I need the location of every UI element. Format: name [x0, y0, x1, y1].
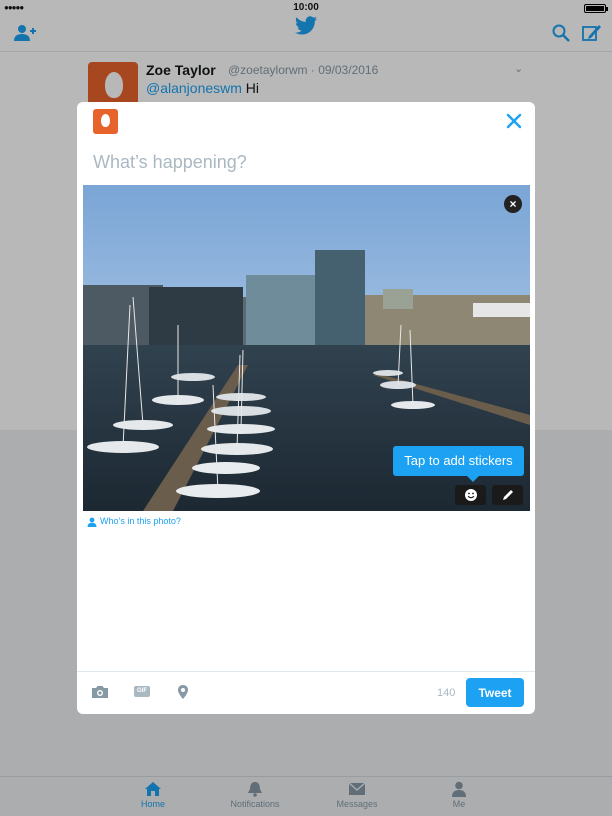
compose-tweet-dialog: What’s happening? × Tap to add stickers …: [77, 102, 535, 714]
sticker-tooltip[interactable]: Tap to add stickers: [393, 446, 524, 482]
gif-icon[interactable]: GIF: [134, 686, 150, 697]
egg-icon: [101, 114, 110, 127]
close-icon[interactable]: [503, 110, 525, 132]
edit-photo-button[interactable]: [492, 485, 523, 505]
edit-pencil-icon: [502, 490, 513, 500]
tweet-text-input[interactable]: What’s happening?: [93, 152, 247, 173]
location-pin-icon[interactable]: [177, 684, 189, 705]
remove-photo-button[interactable]: ×: [504, 195, 522, 213]
tag-people-link[interactable]: Who’s in this photo?: [87, 516, 181, 527]
tweet-button[interactable]: Tweet: [466, 678, 524, 707]
camera-icon[interactable]: [91, 684, 109, 704]
sticker-icon: [464, 489, 477, 501]
character-count: 140: [437, 687, 456, 699]
gif-badge: GIF: [134, 686, 150, 697]
compose-toolbar: GIF 140 Tweet: [77, 671, 535, 714]
avatar: [93, 109, 118, 134]
person-icon: [87, 517, 97, 527]
tag-people-label: Who’s in this photo?: [100, 516, 181, 526]
sticker-button[interactable]: [455, 485, 486, 505]
